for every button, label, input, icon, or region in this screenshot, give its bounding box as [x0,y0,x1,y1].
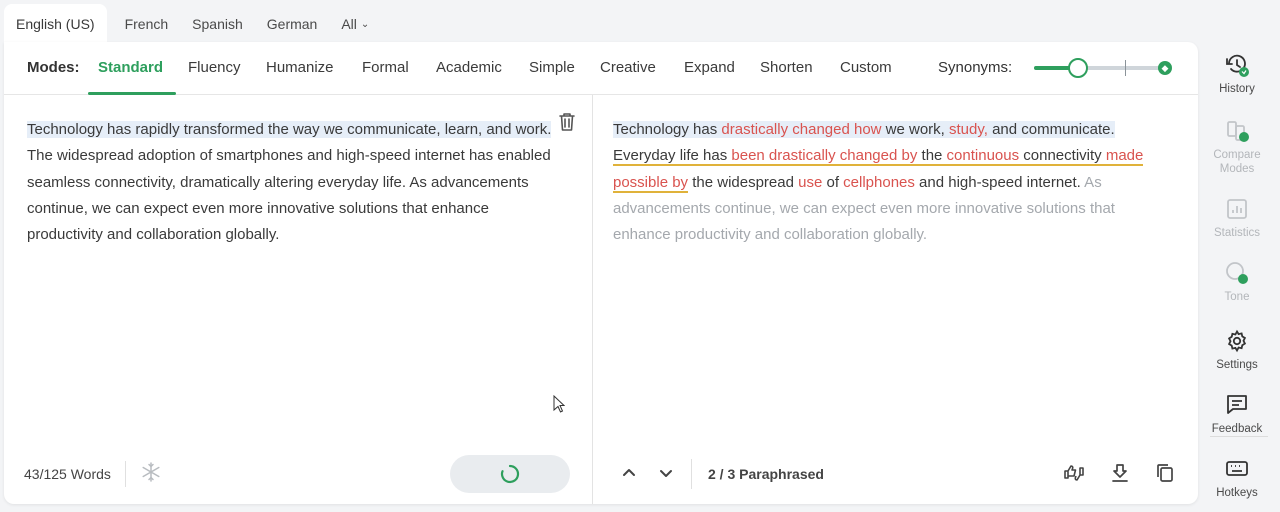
gear-icon [1227,329,1247,353]
loading-spinner-icon [500,464,520,484]
sidebar-label: Hotkeys [1216,487,1258,499]
output-text: Everyday life has [613,147,732,165]
tab-spanish[interactable]: Spanish [180,4,255,44]
tab-label: English (US) [16,16,95,32]
premium-diamond-icon[interactable]: ◆ [1158,61,1172,75]
changed-word[interactable]: continuous [947,147,1020,164]
changed-word[interactable]: been drastically changed by [731,147,917,164]
sidebar-label: History [1219,83,1255,95]
sidebar-item-history[interactable]: History [1200,52,1274,96]
sidebar-item-tone[interactable]: Tone [1200,260,1274,304]
mode-formal[interactable]: Formal [362,59,409,76]
paraphrase-button[interactable] [450,455,570,493]
output-text: the [917,147,947,165]
word-count: 43/125 Words [24,466,111,482]
download-icon[interactable] [1109,462,1131,484]
changed-word[interactable]: study, [949,121,988,138]
footer-divider [125,461,126,487]
sidebar-label: Feedback [1211,423,1263,435]
synonyms-slider-tick [1125,60,1126,76]
tab-all[interactable]: All ⌄ [329,4,381,44]
output-text: Technology has [613,121,722,138]
tab-label: All [341,16,357,32]
output-text-area[interactable]: Technology has drastically changed how w… [613,117,1173,248]
sidebar-item-statistics[interactable]: Statistics [1200,196,1274,240]
output-text: and communicate. [987,121,1115,138]
keyboard-icon [1226,461,1248,476]
sidebar-item-settings[interactable]: Settings [1200,328,1274,372]
synonyms-slider-handle[interactable] [1068,58,1088,78]
tab-german[interactable]: German [255,4,330,44]
history-icon [1226,54,1249,77]
synonyms-label: Synonyms: [938,59,1013,76]
compare-modes-icon [1227,121,1249,142]
mouse-cursor-icon [553,395,565,413]
input-footer: 43/125 Words [4,447,592,504]
mode-expand[interactable]: Expand [684,59,735,76]
paraphrase-progress: 2 / 3 Paraphrased [708,466,824,482]
pane-divider [592,95,593,504]
chevron-down-icon[interactable] [657,464,675,482]
sidebar-item-hotkeys[interactable]: Hotkeys [1200,456,1274,500]
tab-english-us[interactable]: English (US) [4,4,107,44]
mode-standard[interactable]: Standard [98,59,163,76]
output-text: the widespread [688,173,799,191]
sidebar-label: Compare Modes [1213,149,1261,175]
sidebar-divider [1210,436,1268,437]
input-remaining-text: The widespread adoption of smartphones a… [27,147,551,244]
tab-label: German [266,16,318,32]
output-sentence-1: Technology has drastically changed how w… [613,121,1115,138]
chevron-down-icon: ⌄ [360,18,370,30]
sidebar-item-feedback[interactable]: Feedback [1200,392,1274,436]
changed-word[interactable]: cellphones [843,174,915,191]
mode-academic[interactable]: Academic [436,59,502,76]
paraphraser-card: Modes: Standard Fluency Humanize Formal … [4,42,1198,504]
modes-label: Modes: [27,59,80,76]
input-text-area[interactable]: Technology has rapidly transformed the w… [27,117,552,248]
changed-word[interactable]: drastically changed how [721,121,881,138]
sidebar-label: Statistics [1213,227,1260,239]
tab-french[interactable]: French [113,4,181,44]
mode-creative[interactable]: Creative [600,59,656,76]
freeze-words-icon[interactable] [141,462,161,482]
footer-divider [691,459,692,489]
tone-icon [1226,262,1248,284]
copy-icon[interactable] [1154,462,1176,484]
mode-shorten[interactable]: Shorten [760,59,813,76]
output-text: connectivity [1019,147,1106,165]
rate-thumbs-icon[interactable] [1063,462,1085,484]
right-sidebar: History Compare Modes Statistics Tone Se… [1200,44,1280,512]
sidebar-label: Settings [1216,359,1258,371]
tab-label: French [124,16,169,32]
mode-humanize[interactable]: Humanize [266,59,334,76]
mode-fluency[interactable]: Fluency [188,59,241,76]
language-tabs: English (US) French Spanish German All ⌄ [0,0,1200,44]
mode-simple[interactable]: Simple [529,59,575,76]
changed-word[interactable]: use [798,174,822,191]
sidebar-label: Tone [1224,291,1250,303]
sidebar-item-compare-modes[interactable]: Compare Modes [1200,118,1274,176]
chevron-up-icon[interactable] [620,464,638,482]
modes-bar: Modes: Standard Fluency Humanize Formal … [4,42,1198,95]
active-mode-indicator [88,92,176,95]
output-text: and high-speed internet. [914,173,1081,191]
mode-custom[interactable]: Custom [840,59,892,76]
tab-label: Spanish [192,16,243,32]
feedback-icon [1227,395,1247,414]
trash-icon[interactable] [558,112,576,132]
input-highlighted-sentence: Technology has rapidly transformed the w… [27,121,552,138]
output-footer: 2 / 3 Paraphrased [593,447,1198,504]
output-text: we work, [881,121,950,138]
statistics-icon [1227,199,1247,219]
output-text: of [822,173,844,191]
